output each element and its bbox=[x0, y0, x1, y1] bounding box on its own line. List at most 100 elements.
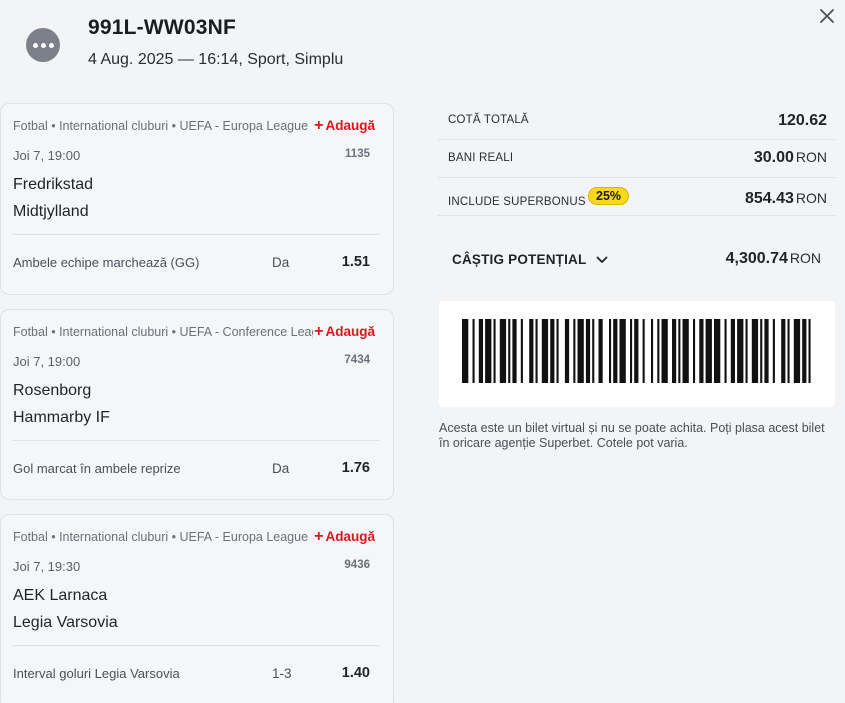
barcode-bar bbox=[751, 319, 759, 383]
barcode-bar bbox=[781, 319, 786, 383]
add-button-label: Adaugă bbox=[325, 529, 375, 544]
currency: RON bbox=[795, 149, 827, 165]
superbonus-badge: 25% bbox=[588, 187, 630, 205]
event-card: Fotbal • International cluburi • UEFA - … bbox=[0, 514, 394, 703]
barcode-bar bbox=[512, 319, 517, 383]
real-money-value: 30.00 RON bbox=[754, 149, 827, 167]
event-path: Fotbal • International cluburi • UEFA - … bbox=[13, 119, 309, 133]
add-button-label: Adaugă bbox=[325, 118, 375, 133]
odds-value: 1.40 bbox=[341, 665, 370, 681]
away-team: Midtjylland bbox=[13, 203, 89, 220]
add-button-label: Adaugă bbox=[325, 324, 375, 339]
divider bbox=[13, 440, 379, 441]
barcode-bar bbox=[630, 319, 633, 383]
event-card: Fotbal • International cluburi • UEFA - … bbox=[0, 103, 394, 295]
barcode-bar bbox=[535, 319, 538, 383]
close-icon bbox=[820, 9, 834, 23]
barcode-bar bbox=[705, 319, 712, 383]
currency: RON bbox=[789, 250, 821, 266]
add-button[interactable]: + Adaugă bbox=[314, 322, 375, 340]
plus-icon: + bbox=[314, 322, 324, 340]
pick-value: 1-3 bbox=[272, 666, 292, 681]
barcode-bar bbox=[609, 319, 612, 383]
barcode-bar bbox=[642, 319, 645, 383]
superbonus-value: 854.43 RON bbox=[745, 190, 827, 208]
barcode-bar bbox=[661, 319, 668, 383]
superbonus-row: INCLUDE SUPERBONUS 854.43 RON bbox=[438, 178, 835, 216]
barcode-bar bbox=[472, 319, 475, 383]
barcode-bar bbox=[478, 319, 483, 383]
real-money-amount: 30.00 bbox=[753, 149, 794, 166]
close-button[interactable] bbox=[817, 6, 837, 26]
barcode-bar bbox=[714, 319, 721, 383]
event-card: Fotbal • International cluburi • UEFA - … bbox=[0, 309, 394, 500]
real-money-row: BANI REALI 30.00 RON bbox=[438, 140, 835, 178]
barcode bbox=[462, 319, 811, 383]
superbonus-amount: 854.43 bbox=[744, 190, 794, 207]
event-code: 9436 bbox=[344, 559, 370, 571]
event-date: Joi 7, 19:00 bbox=[13, 148, 81, 163]
barcode-bar bbox=[808, 319, 811, 383]
add-button[interactable]: + Adaugă bbox=[314, 527, 375, 545]
barcode-bar bbox=[764, 319, 769, 383]
market-name: Gol marcat în ambele reprize bbox=[13, 461, 181, 476]
barcode-card bbox=[439, 301, 835, 407]
potential-win-amount: 4,300.74 bbox=[725, 250, 788, 267]
barcode-bar bbox=[682, 319, 689, 383]
barcode-bar bbox=[499, 319, 507, 383]
barcode-bar bbox=[793, 319, 801, 383]
add-button[interactable]: + Adaugă bbox=[314, 116, 375, 134]
currency: RON bbox=[795, 190, 827, 206]
divider bbox=[13, 645, 379, 646]
home-team: Rosenborg bbox=[13, 382, 92, 399]
plus-icon: + bbox=[314, 116, 324, 134]
event-date: Joi 7, 19:00 bbox=[13, 354, 81, 369]
barcode-bar bbox=[541, 319, 549, 383]
odds-value: 1.76 bbox=[341, 460, 370, 476]
pick-value: Da bbox=[272, 255, 290, 270]
barcode-bar bbox=[802, 319, 807, 383]
away-team: Hammarby IF bbox=[13, 409, 110, 426]
barcode-bar bbox=[573, 319, 576, 383]
barcode-bar bbox=[485, 319, 492, 383]
barcode-bar bbox=[493, 319, 496, 383]
barcode-bar bbox=[598, 319, 603, 383]
potential-win-value: 4,300.74 RON bbox=[726, 250, 821, 268]
barcode-bar bbox=[672, 319, 677, 383]
event-path: Fotbal • International cluburi • UEFA - … bbox=[13, 530, 309, 544]
barcode-bar bbox=[737, 319, 744, 383]
home-team: Fredrikstad bbox=[13, 176, 94, 193]
barcode-bar bbox=[678, 319, 681, 383]
potential-win-toggle[interactable]: CÂȘTIG POTENȚIAL bbox=[452, 252, 608, 267]
market-name: Interval goluri Legia Varsovia bbox=[13, 666, 180, 681]
barcode-bar bbox=[760, 319, 763, 383]
market-name: Ambele echipe marchează (GG) bbox=[13, 255, 200, 270]
barcode-bar bbox=[699, 319, 704, 383]
barcode-bar bbox=[508, 319, 511, 383]
odds-value: 1.51 bbox=[341, 254, 370, 270]
away-team: Legia Varsovia bbox=[13, 614, 118, 631]
event-code: 1135 bbox=[345, 148, 370, 160]
barcode-bar bbox=[613, 319, 618, 383]
plus-icon: + bbox=[314, 527, 324, 545]
more-horizontal-icon-dot bbox=[48, 42, 54, 48]
barcode-bar bbox=[529, 319, 534, 383]
barcode-bar bbox=[564, 319, 570, 383]
total-odds-value: 120.62 bbox=[778, 112, 827, 129]
barcode-bar bbox=[619, 319, 626, 383]
barcode-bar bbox=[724, 319, 727, 383]
barcode-bar bbox=[745, 319, 748, 383]
barcode-bar bbox=[693, 319, 696, 383]
ticket-id: 991L-WW03NF bbox=[88, 16, 237, 39]
barcode-bar bbox=[730, 319, 735, 383]
barcode-bar bbox=[651, 319, 654, 383]
barcode-bar bbox=[787, 319, 790, 383]
more-horizontal-icon bbox=[32, 42, 38, 48]
barcode-bar bbox=[592, 319, 595, 383]
ticket-header: 991L-WW03NF 4 Aug. 2025 — 16:14, Sport, … bbox=[0, 0, 845, 100]
barcode-bar bbox=[634, 319, 639, 383]
pick-value: Da bbox=[272, 461, 290, 476]
more-horizontal-icon-dot bbox=[40, 42, 46, 48]
total-odds-label: COTĂ TOTALĂ bbox=[448, 114, 529, 126]
more-options-button[interactable] bbox=[26, 28, 60, 62]
